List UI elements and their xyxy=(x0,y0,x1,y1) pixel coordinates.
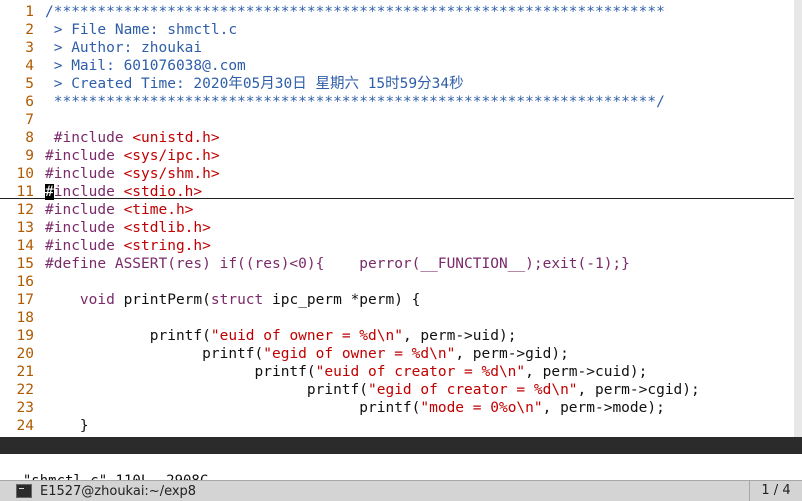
code-text: /***************************************… xyxy=(45,3,665,21)
terminal-icon xyxy=(16,484,32,498)
line-number: 4 xyxy=(25,58,34,74)
code-token: , perm->cgid); xyxy=(577,382,700,398)
line-number: 24 xyxy=(16,418,34,434)
code-token: ipc_perm *perm) { xyxy=(272,292,421,308)
line-number: 11 xyxy=(16,184,34,200)
code-token: <sys/ipc.h> xyxy=(123,148,220,164)
code-token: <time.h> xyxy=(123,202,194,218)
line-number: 12 xyxy=(16,202,34,218)
line-number: 22 xyxy=(16,382,34,398)
line-number: 23 xyxy=(16,400,34,416)
code-token: > File Name: shmctl.c xyxy=(45,22,238,38)
workspace-switcher[interactable]: 1 / 4 xyxy=(749,481,802,501)
workspace-indicator: 1 / 4 xyxy=(761,483,791,498)
code-token: #include xyxy=(45,202,124,218)
command-message-line: "shmctl.c" 110L, 2908C xyxy=(0,454,208,489)
line-number: 18 xyxy=(16,310,34,326)
code-token: printPerm( xyxy=(123,292,211,308)
code-token: , perm->mode); xyxy=(542,400,665,416)
code-token: ****************************************… xyxy=(45,94,665,110)
code-text: printf("egid of creator = %d\n", perm->c… xyxy=(45,381,700,399)
code-token: , perm->cuid); xyxy=(525,364,648,380)
code-token: /***************************************… xyxy=(45,4,665,20)
line-number: 20 xyxy=(16,346,34,362)
line-number: 5 xyxy=(25,76,34,92)
code-token: #include xyxy=(45,238,124,254)
code-token: #define ASSERT(res) if((res)<0){ perror(… xyxy=(45,256,630,272)
code-text: printf("euid of creator = %d\n", perm->c… xyxy=(45,363,648,381)
code-token: "euid of owner = %d\n" xyxy=(210,328,403,344)
line-number: 2 xyxy=(25,22,34,38)
code-text: } xyxy=(45,417,89,435)
text-cursor: # xyxy=(45,184,54,200)
line-number: 10 xyxy=(16,166,34,182)
code-text: #include <sys/shm.h> xyxy=(45,165,220,183)
code-text: #include <stdlib.h> xyxy=(45,219,211,237)
code-token: } xyxy=(45,418,89,434)
code-token: struct xyxy=(210,292,272,308)
code-token: void xyxy=(45,292,124,308)
code-token: #include xyxy=(45,220,124,236)
code-token: > Author: zhoukai xyxy=(45,40,203,56)
line-number: 17 xyxy=(16,292,34,308)
code-token: printf( xyxy=(45,328,211,344)
line-number: 6 xyxy=(25,94,34,110)
line-number: 19 xyxy=(16,328,34,344)
code-token: > Mail: 601076038@.com xyxy=(45,58,246,74)
code-token: > Created Time: 2020年05月30日 星期六 15时59分34… xyxy=(45,76,464,92)
code-token: include xyxy=(53,184,124,200)
line-number: 14 xyxy=(16,238,34,254)
code-token: , perm->gid); xyxy=(455,346,569,362)
code-text: #include <string.h> xyxy=(45,237,211,255)
code-text: > Mail: 601076038@.com xyxy=(45,57,246,75)
code-token: printf( xyxy=(45,382,369,398)
line-number: 9 xyxy=(25,148,34,164)
code-text: #include <stdio.h> xyxy=(45,183,202,201)
code-token: <string.h> xyxy=(123,238,211,254)
code-token: <stdio.h> xyxy=(123,184,203,200)
code-text: #define ASSERT(res) if((res)<0){ perror(… xyxy=(45,255,630,273)
code-text: #include <time.h> xyxy=(45,201,193,219)
taskbar-window-title: E1527@zhoukai:~/exp8 xyxy=(40,483,197,499)
code-text: #include <sys/ipc.h> xyxy=(45,147,220,165)
code-text: printf("mode = 0%o\n", perm->mode); xyxy=(45,399,665,417)
line-number: 13 xyxy=(16,220,34,236)
code-token: printf( xyxy=(45,346,264,362)
code-token: , perm->uid); xyxy=(402,328,517,344)
line-number: 21 xyxy=(16,364,34,380)
taskbar: E1527@zhoukai:~/exp8 1 / 4 xyxy=(0,480,802,501)
code-token: printf( xyxy=(45,400,421,416)
line-number: 15 xyxy=(16,256,34,272)
line-number: 16 xyxy=(16,274,34,290)
line-number: 3 xyxy=(25,40,34,56)
code-token: "mode = 0%o\n" xyxy=(420,400,543,416)
line-number: 1 xyxy=(25,4,34,20)
editor-scrollbar[interactable] xyxy=(794,0,802,437)
code-token: <sys/shm.h> xyxy=(123,166,220,182)
code-text: printf("egid of owner = %d\n", perm->gid… xyxy=(45,345,569,363)
code-text: ****************************************… xyxy=(45,93,665,111)
code-text: > File Name: shmctl.c xyxy=(45,21,237,39)
line-number: 8 xyxy=(25,130,34,146)
code-text: printf("euid of owner = %d\n", perm->uid… xyxy=(45,327,517,345)
line-number: 7 xyxy=(25,112,34,128)
code-token: "egid of owner = %d\n" xyxy=(263,346,456,362)
code-token: <stdlib.h> xyxy=(123,220,211,236)
code-token: "euid of creator = %d\n" xyxy=(315,364,526,380)
editor-buffer[interactable]: 1 /**************************************… xyxy=(0,0,802,437)
code-text: void printPerm(struct ipc_perm *perm) { xyxy=(45,291,421,309)
code-token: #include xyxy=(45,148,124,164)
code-text: > Author: zhoukai xyxy=(45,39,202,57)
code-token: #include xyxy=(45,130,133,146)
code-token: <unistd.h> xyxy=(132,130,220,146)
taskbar-terminal-window[interactable]: E1527@zhoukai:~/exp8 xyxy=(16,483,346,499)
status-line: ~/exp8/shmctl.c [FORMAT=unix] [TYPE=C] [… xyxy=(0,437,802,470)
code-token: printf( xyxy=(45,364,316,380)
code-token: #include xyxy=(45,166,124,182)
code-text: > Created Time: 2020年05月30日 星期六 15时59分34… xyxy=(45,75,464,93)
code-text: #include <unistd.h> xyxy=(45,129,220,147)
code-token: "egid of creator = %d\n" xyxy=(368,382,578,398)
